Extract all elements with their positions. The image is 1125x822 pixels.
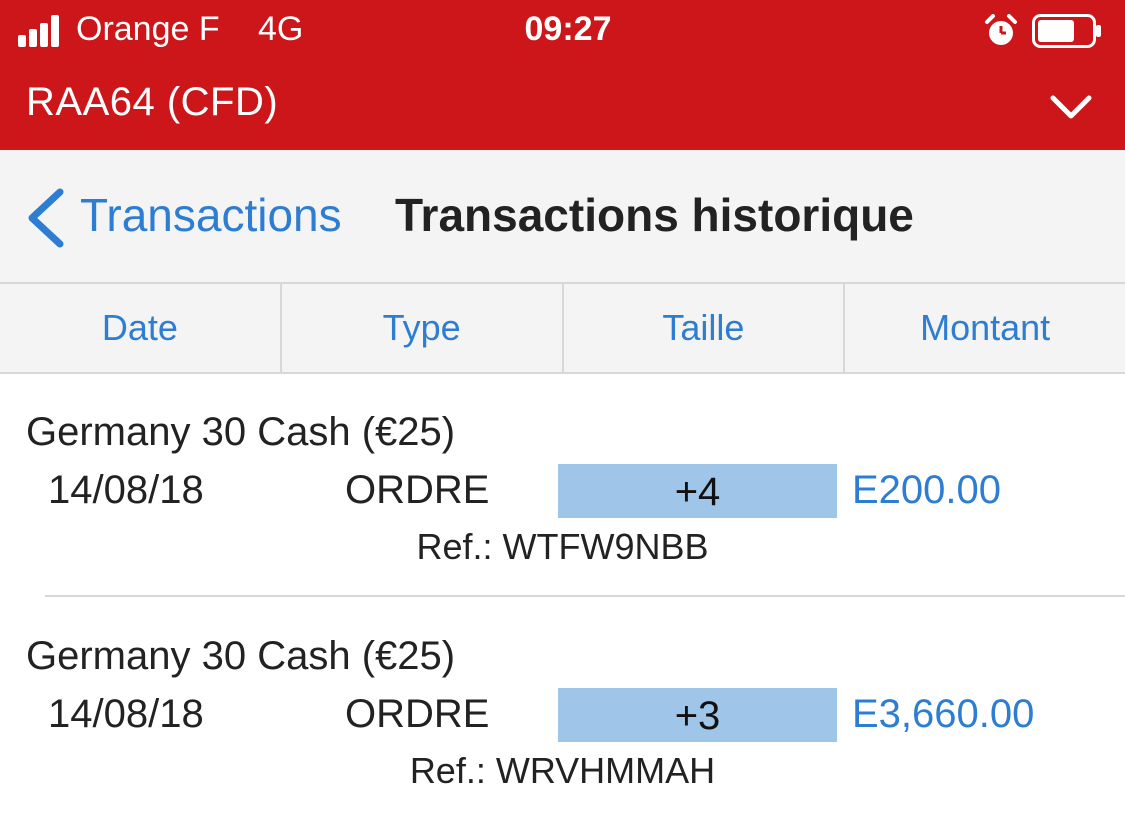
- chevron-down-icon[interactable]: [1048, 90, 1094, 122]
- transaction-row[interactable]: Germany 30 Cash (€25) 14/08/18 ORDRE +4 …: [0, 374, 1125, 598]
- transaction-date: 14/08/18: [48, 468, 204, 512]
- column-header-type[interactable]: Type: [282, 284, 564, 372]
- transaction-type: ORDRE: [345, 692, 490, 736]
- transaction-amount: E3,660.00: [852, 692, 1035, 736]
- transaction-reference: Ref.: WTFW9NBB: [416, 526, 709, 567]
- status-time: 09:27: [524, 10, 612, 48]
- navigation-bar: Transactions Transactions historique: [0, 150, 1125, 284]
- column-header-date[interactable]: Date: [0, 284, 282, 372]
- page-title: Transactions historique: [395, 189, 914, 241]
- column-header-amount[interactable]: Montant: [845, 284, 1125, 372]
- transaction-reference: Ref.: WRVHMMAH: [409, 750, 716, 791]
- transaction-amount: E200.00: [852, 468, 1002, 512]
- column-header: Date Type Taille Montant: [0, 284, 1125, 374]
- transaction-row[interactable]: Germany 30 Cash (€25) 14/08/18 ORDRE +3 …: [0, 598, 1125, 822]
- account-title[interactable]: RAA64 (CFD): [26, 80, 278, 125]
- instrument-name: Germany 30 Cash (€25): [26, 634, 456, 678]
- chevron-left-icon[interactable]: [24, 186, 66, 250]
- transaction-type: ORDRE: [345, 468, 490, 512]
- row-divider: [45, 595, 1125, 597]
- transaction-date: 14/08/18: [48, 692, 204, 736]
- instrument-name: Germany 30 Cash (€25): [26, 410, 456, 454]
- back-button[interactable]: Transactions: [80, 188, 342, 242]
- status-bar: Orange F 4G 09:27: [0, 0, 1125, 64]
- transaction-size: +4: [558, 464, 837, 518]
- transaction-size: +3: [558, 688, 837, 742]
- battery-icon: [1032, 14, 1101, 48]
- alarm-icon: [985, 14, 1017, 45]
- column-header-size[interactable]: Taille: [564, 284, 846, 372]
- app-header: Orange F 4G 09:27 RAA64 (CFD): [0, 0, 1125, 150]
